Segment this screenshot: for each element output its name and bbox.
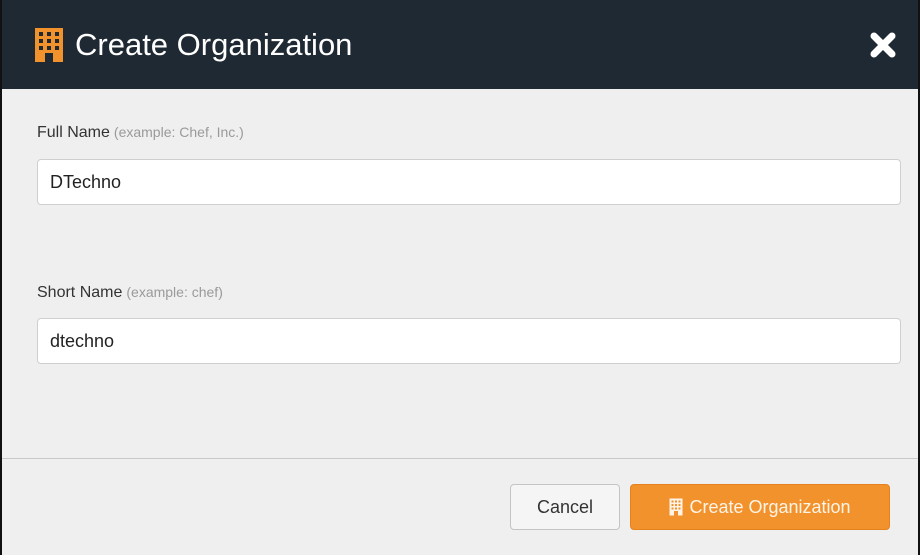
full-name-input[interactable]: [37, 159, 901, 205]
dialog-header: Create Organization: [2, 0, 918, 89]
short-name-label: Short Name (example: chef): [37, 282, 223, 303]
short-name-label-text: Short Name: [37, 284, 123, 301]
dialog-title: Create Organization: [75, 27, 353, 62]
cancel-button-label: Cancel: [536, 496, 594, 517]
short-name-hint: (example: chef): [126, 284, 223, 300]
footer-divider: [2, 458, 918, 459]
close-icon[interactable]: [868, 30, 898, 60]
create-organization-dialog: Create Organization Full Name (example: C…: [0, 0, 920, 555]
cancel-button[interactable]: Cancel: [510, 484, 620, 530]
create-organization-button-label: Create Organization: [689, 496, 851, 517]
full-name-label: Full Name (example: Chef, Inc.): [37, 122, 244, 143]
short-name-input[interactable]: [37, 318, 901, 364]
full-name-hint: (example: Chef, Inc.): [113, 124, 244, 140]
create-organization-button[interactable]: Create Organization: [630, 484, 890, 530]
dialog-body: Full Name(example: Chef, Inc.) Short Nam…: [2, 89, 918, 458]
full-name-label-text: Full Name: [37, 124, 110, 141]
building-icon: [669, 498, 683, 516]
building-icon: [35, 28, 63, 62]
